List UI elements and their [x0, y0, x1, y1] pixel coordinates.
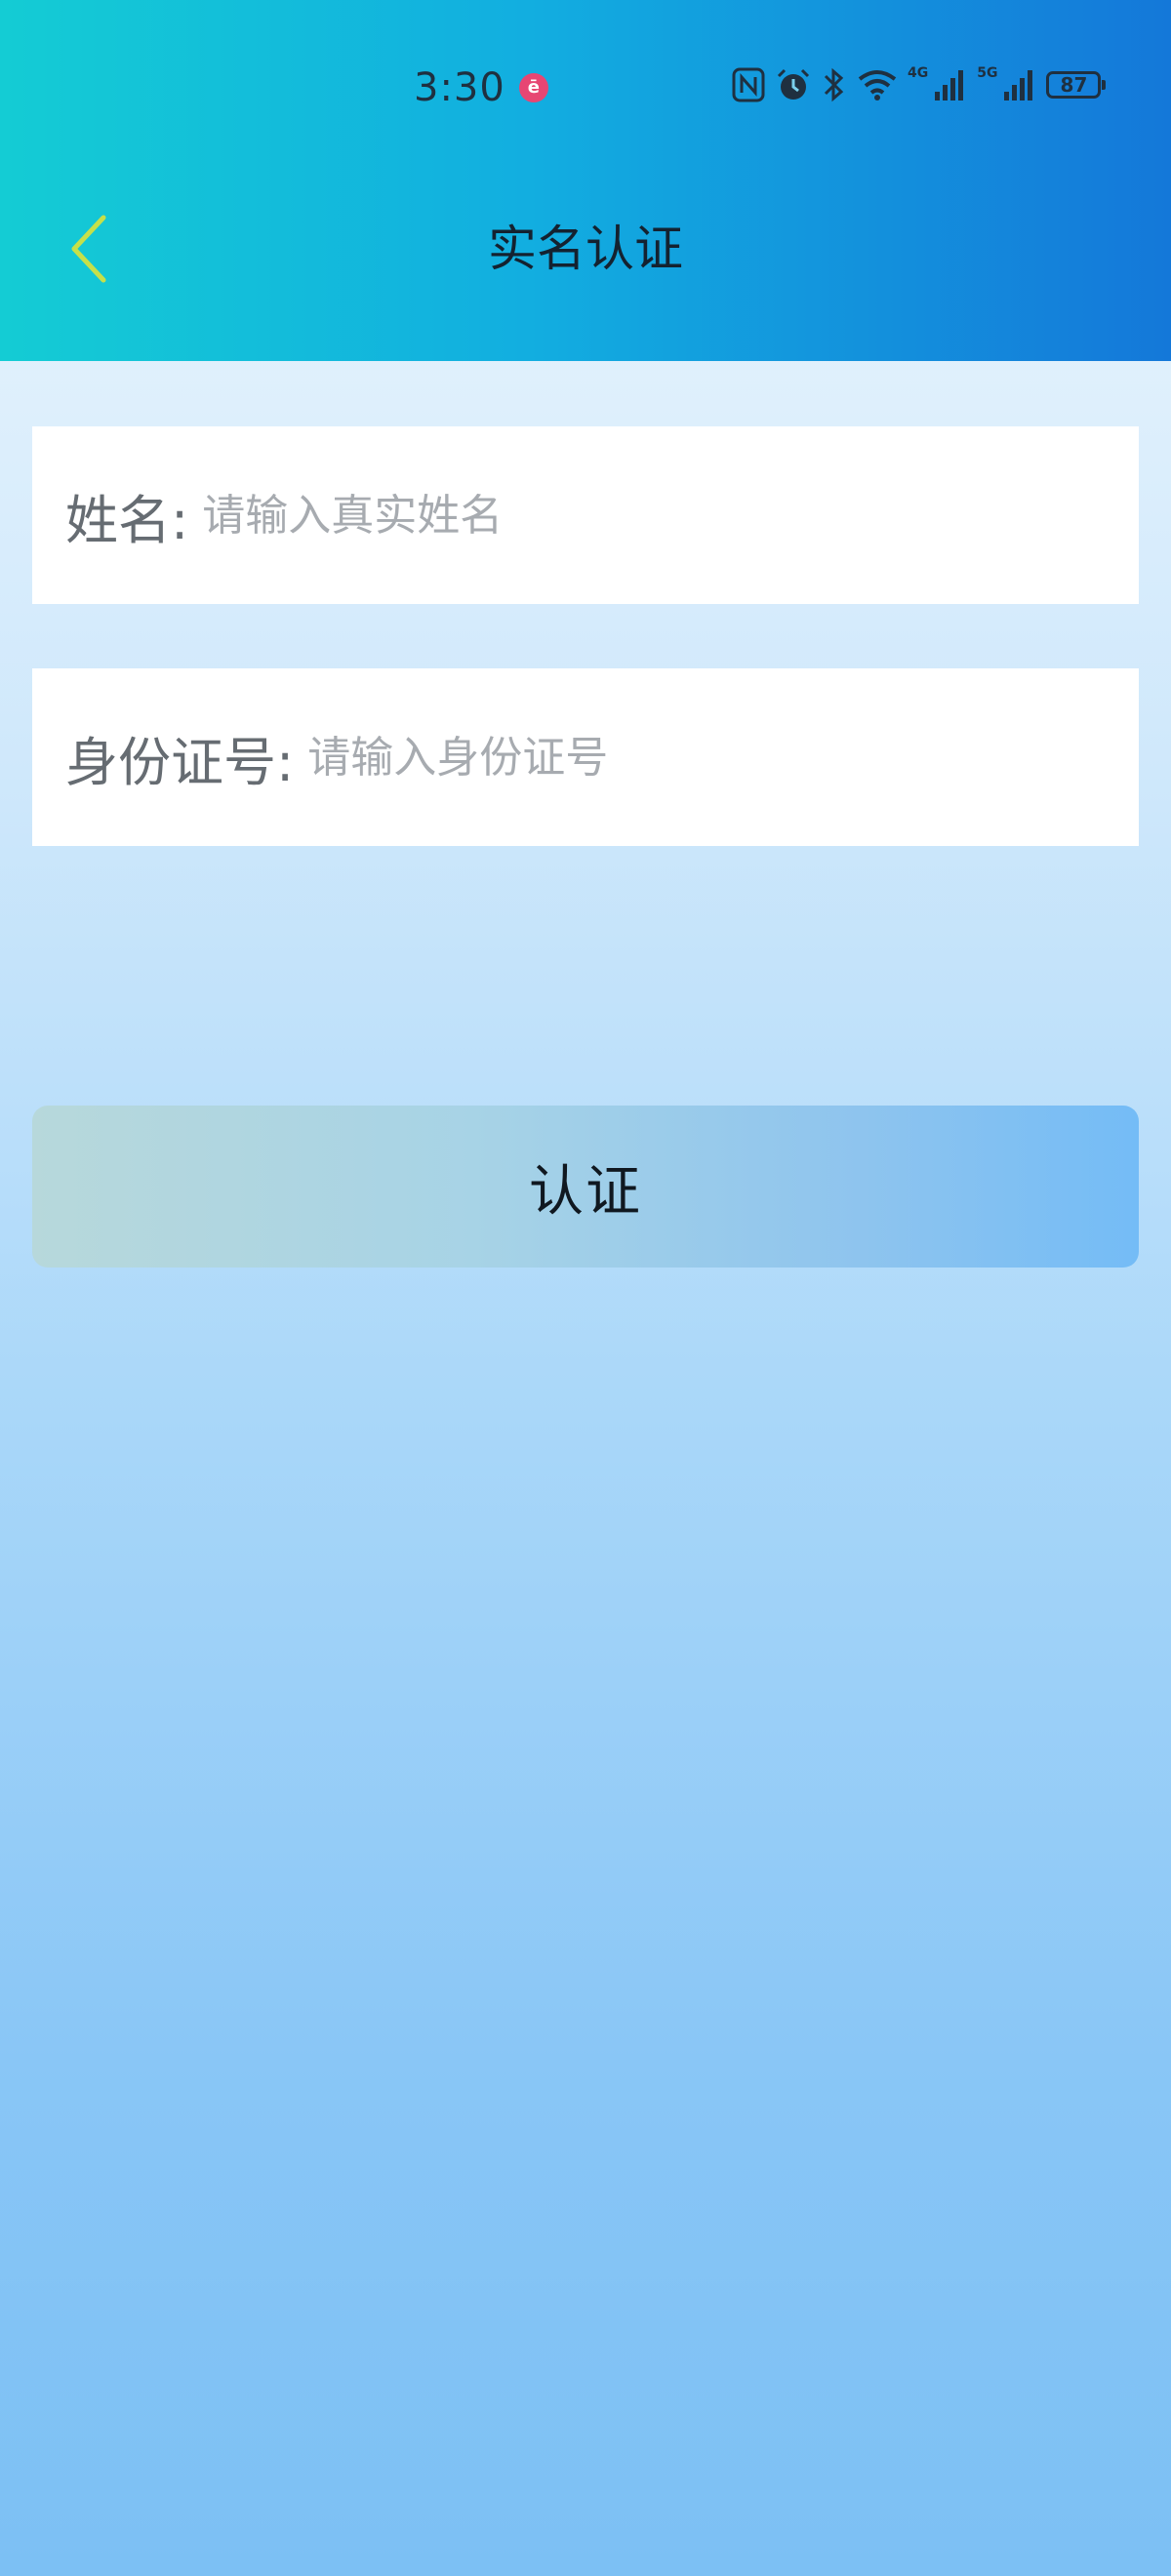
header: 3:30 ē 4G 5G 87 实名认证 — [0, 0, 1171, 361]
bluetooth-icon — [824, 67, 844, 102]
alarm-icon — [777, 68, 810, 100]
signal-4g-icon — [935, 70, 964, 101]
name-field-row: 姓名: — [32, 426, 1139, 604]
id-number-label: 身份证号: — [65, 731, 295, 793]
page-title: 实名认证 — [488, 221, 683, 277]
chevron-left-icon — [71, 215, 106, 283]
network-4g-label: 4G — [908, 65, 929, 81]
nav-bar: 实名认证 — [0, 185, 1171, 312]
back-button[interactable] — [45, 205, 133, 293]
status-time: 3:30 — [414, 65, 505, 110]
nfc-icon — [732, 67, 765, 102]
signal-5g-icon — [1004, 70, 1033, 101]
verify-button[interactable]: 认证 — [32, 1106, 1139, 1268]
status-time-group: 3:30 ē — [414, 59, 548, 117]
network-5g-label: 5G — [977, 65, 998, 81]
id-number-input[interactable] — [307, 708, 1139, 806]
battery-level: 87 — [1060, 73, 1088, 97]
id-number-field-row: 身份证号: — [32, 668, 1139, 846]
status-icons: 4G 5G 87 — [732, 60, 1107, 109]
name-label: 姓名: — [65, 489, 189, 551]
app-notification-icon: ē — [518, 73, 548, 102]
wifi-icon — [858, 70, 897, 101]
name-input[interactable] — [202, 466, 1139, 564]
battery-icon: 87 — [1046, 71, 1107, 99]
status-bar: 3:30 ē 4G 5G 87 — [0, 0, 1171, 176]
